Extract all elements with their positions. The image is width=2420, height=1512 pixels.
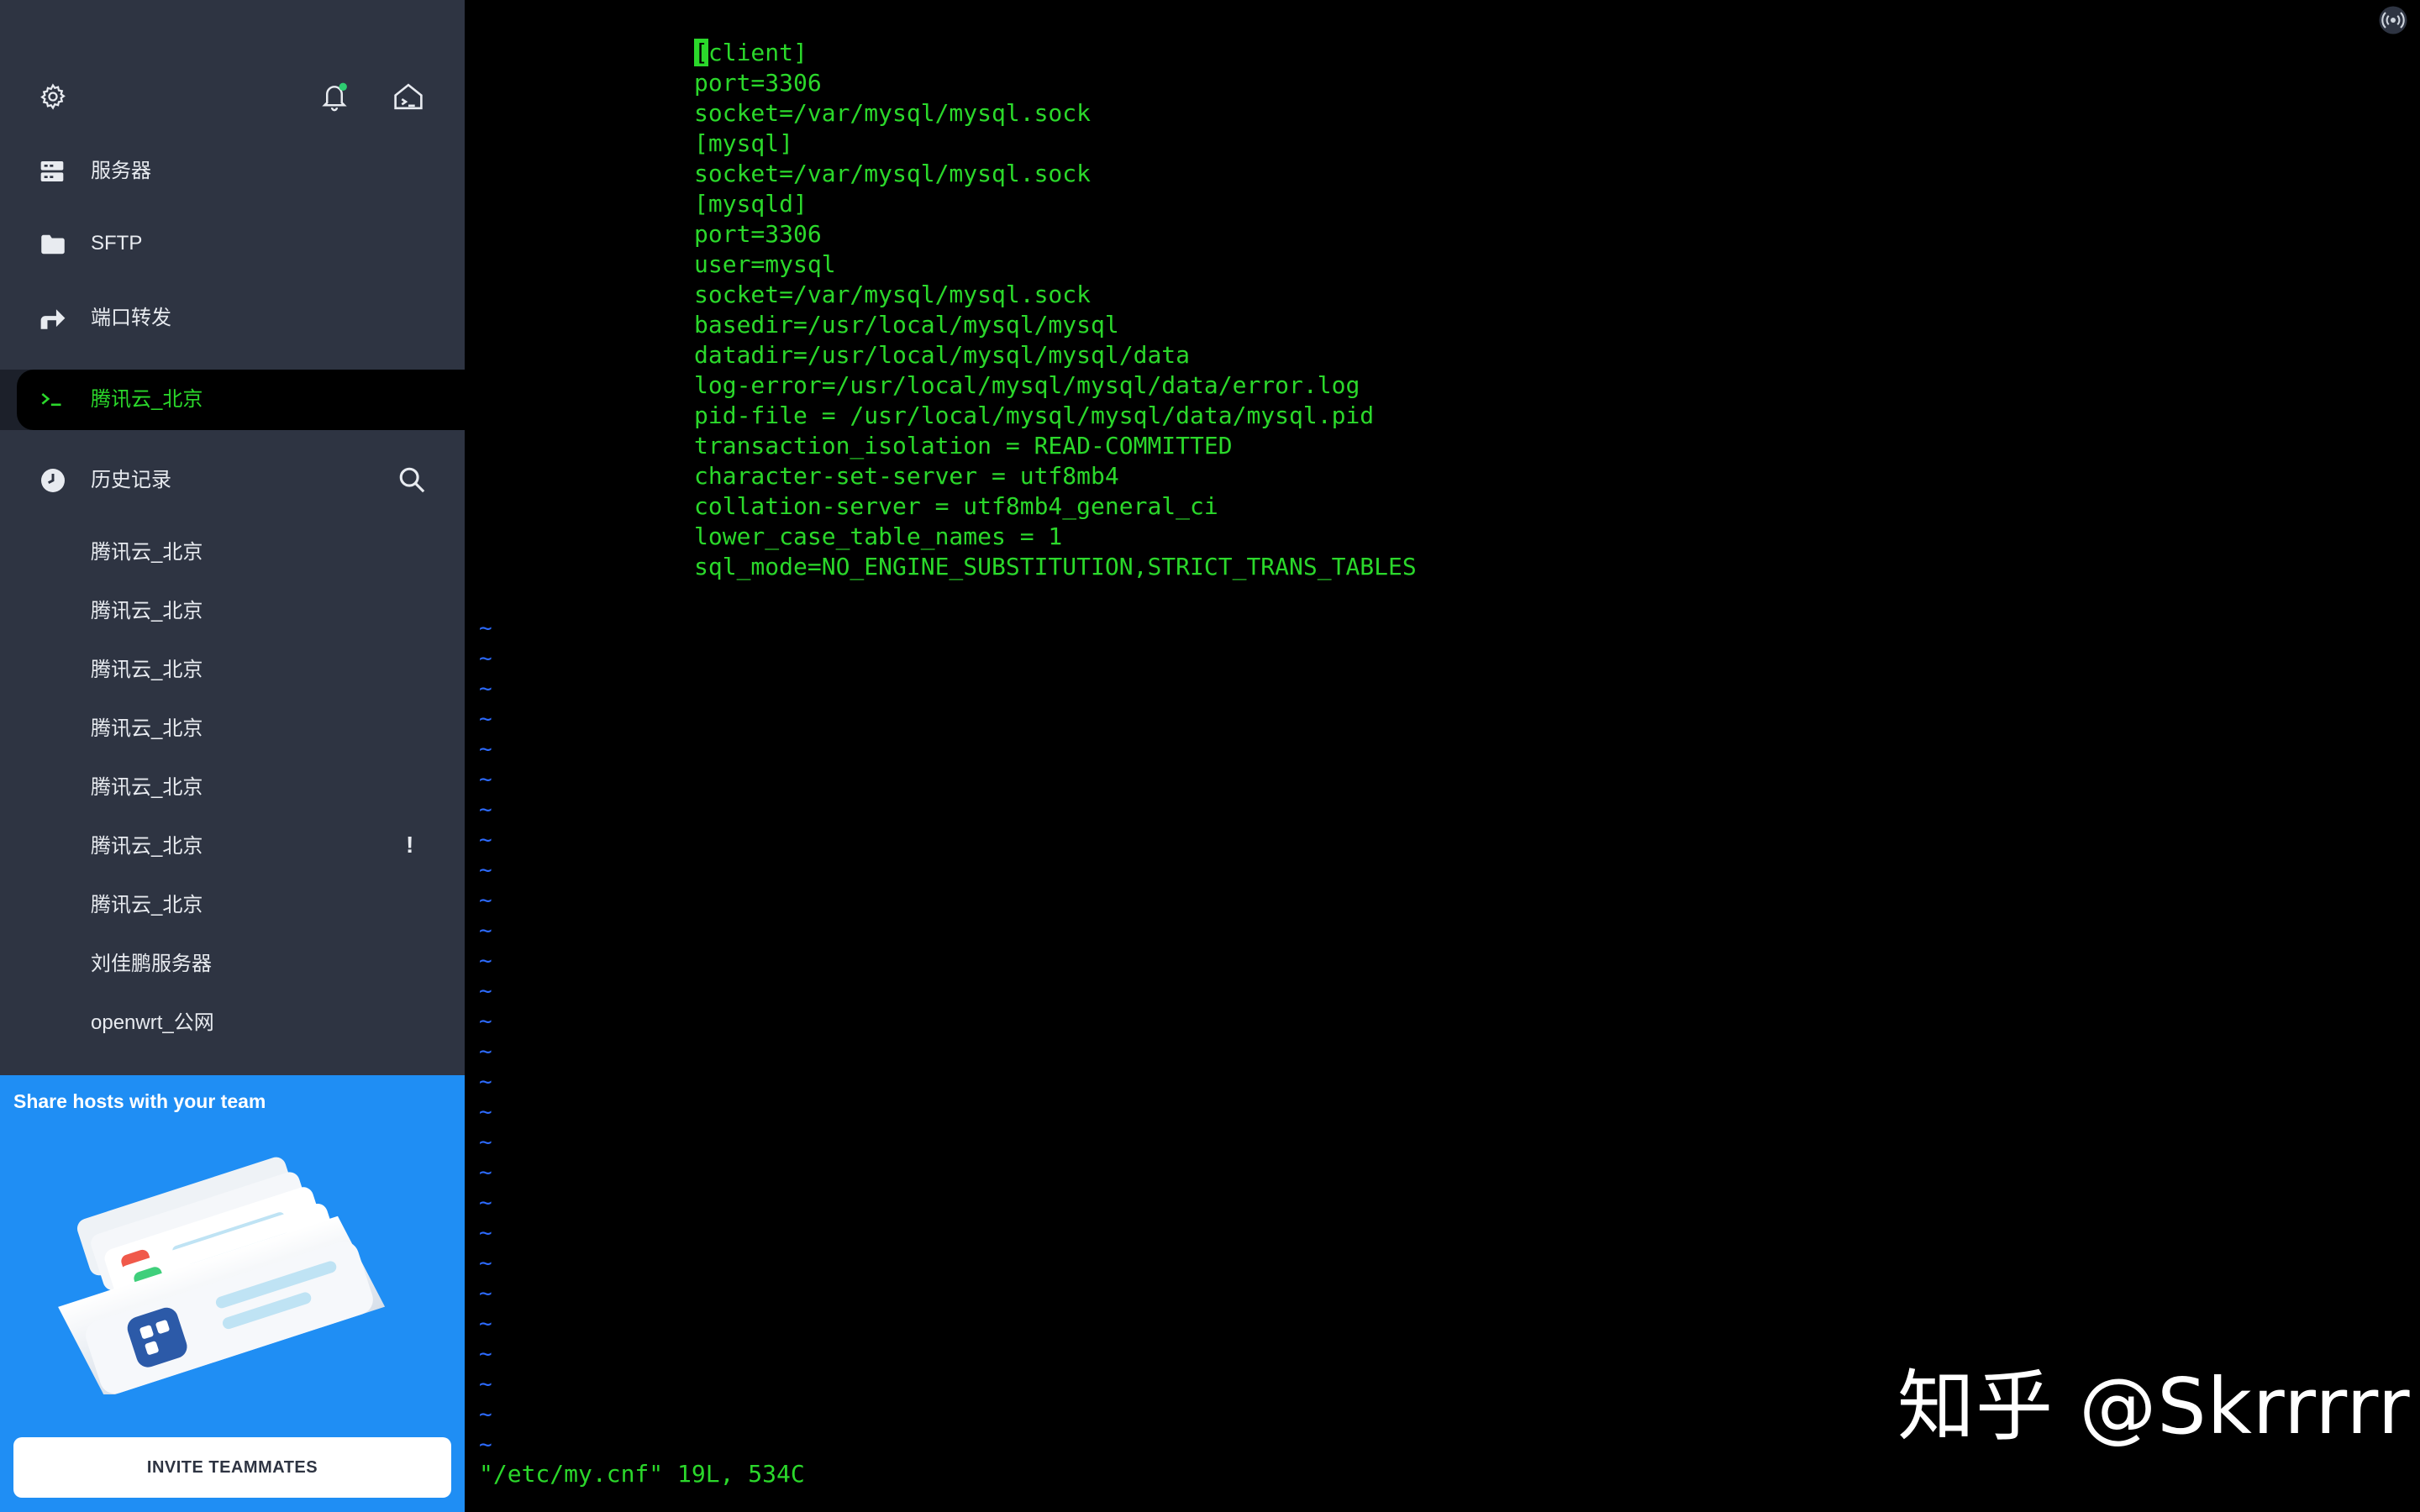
nav-item-servers[interactable]: 服务器 (0, 143, 465, 203)
vim-tilde-line: ~ (479, 616, 492, 641)
history-item[interactable]: 腾讯云_北京 (91, 894, 203, 917)
folder-icon (40, 234, 66, 255)
search-icon[interactable] (397, 465, 426, 494)
vim-tilde-line: ~ (479, 979, 492, 1004)
nav-label-servers: 服务器 (91, 160, 151, 182)
history-item[interactable]: 腾讯云_北京 (91, 541, 203, 564)
vim-tilde-line: ~ (479, 1100, 492, 1125)
history-item[interactable]: openwrt_公网 (91, 1011, 214, 1035)
vim-tilde-line: ~ (479, 767, 492, 792)
active-session-item[interactable]: 腾讯云_北京 (0, 370, 465, 430)
vim-tilde-line: ~ (479, 737, 492, 762)
vim-tilde-line: ~ (479, 1069, 492, 1095)
history-clock-icon (39, 467, 66, 494)
promo-title: Share hosts with your team (13, 1090, 266, 1112)
vim-tilde-line: ~ (479, 888, 492, 913)
terminal-line: collation-server = utf8mb4_general_ci (694, 492, 1218, 520)
vim-tilde-line: ~ (479, 1190, 492, 1215)
terminal-line: [mysql] (694, 129, 794, 157)
vim-status-line: "/etc/my.cnf" 19L, 534C (479, 1460, 805, 1488)
notification-bell-icon[interactable] (319, 81, 350, 113)
terminal-line: lower_case_table_names = 1 (694, 522, 1063, 550)
history-item[interactable]: 腾讯云_北京 (91, 600, 203, 623)
vim-tilde-line: ~ (479, 948, 492, 974)
history-item[interactable]: 腾讯云_北京 (91, 659, 203, 682)
active-session-label: 腾讯云_北京 (91, 388, 203, 411)
nav-label-sftp: SFTP (91, 232, 143, 255)
terminal-prompt-icon (40, 390, 64, 410)
history-item[interactable]: 腾讯云_北京 (91, 835, 203, 858)
server-icon (39, 158, 66, 185)
terminal-line: sql_mode=NO_ENGINE_SUBSTITUTION,STRICT_T… (694, 553, 1417, 580)
terminal-line: datadir=/usr/local/mysql/mysql/data (694, 341, 1191, 369)
terminal-line: character-set-server = utf8mb4 (694, 462, 1119, 490)
history-item[interactable]: 腾讯云_北京 (91, 776, 203, 800)
vim-tilde-line: ~ (479, 676, 492, 701)
nav-item-port-forwarding[interactable]: 端口转发 (0, 290, 465, 350)
home-terminal-icon[interactable] (392, 81, 425, 113)
vim-tilde-line: ~ (479, 918, 492, 943)
vim-tilde-line: ~ (479, 706, 492, 732)
vim-tilde-line: ~ (479, 1341, 492, 1367)
terminal-line: basedir=/usr/local/mysql/mysql (694, 311, 1119, 339)
zhihu-watermark: 知乎 @Skrrrrr (1897, 1362, 2411, 1452)
vim-tilde-line: ~ (479, 1160, 492, 1185)
vim-tilde-line: ~ (479, 1311, 492, 1336)
terminal-line: port=3306 (694, 220, 822, 248)
history-item-warning: ! (406, 832, 414, 858)
vim-tilde-line: ~ (479, 827, 492, 853)
settings-gear-icon[interactable] (39, 82, 67, 111)
vim-tilde-line: ~ (479, 646, 492, 671)
port-forward-icon (39, 307, 67, 332)
history-item[interactable]: 腾讯云_北京 (91, 717, 203, 741)
terminal-line: [client] (694, 39, 808, 66)
vim-tilde-line: ~ (479, 1372, 492, 1397)
invite-teammates-button[interactable]: INVITE TEAMMATES (13, 1437, 451, 1498)
terminal-line: [mysqld] (694, 190, 808, 218)
history-item[interactable]: 刘佳鹏服务器 (91, 953, 212, 976)
sidebar-history-panel (0, 430, 465, 1075)
terminal-line: log-error=/usr/local/mysql/mysql/data/er… (694, 371, 1360, 399)
nav-item-sftp[interactable]: SFTP (0, 215, 465, 276)
terminal-line: port=3306 (694, 69, 822, 97)
terminal-line: transaction_isolation = READ-COMMITTED (694, 432, 1233, 459)
host-cards-box-illustration (46, 1142, 416, 1394)
vim-tilde-line: ~ (479, 1009, 492, 1034)
terminal-line: socket=/var/mysql/mysql.sock (694, 99, 1092, 127)
vim-tilde-line: ~ (479, 1039, 492, 1064)
terminal-line: socket=/var/mysql/mysql.sock (694, 160, 1092, 187)
vim-tilde-line: ~ (479, 1251, 492, 1276)
vim-tilde-line: ~ (479, 1402, 492, 1427)
vim-tilde-line: ~ (479, 858, 492, 883)
history-header: 历史记录 (0, 450, 465, 511)
vim-tilde-line: ~ (479, 1221, 492, 1246)
terminal-line: user=mysql (694, 250, 836, 278)
history-title: 历史记录 (91, 469, 171, 491)
terminal-pane[interactable]: [client] port=3306 socket=/var/mysql/mys… (465, 0, 2420, 1512)
nav-label-port-forwarding: 端口转发 (91, 307, 171, 329)
broadcast-icon[interactable] (2378, 5, 2408, 35)
vim-tilde-line: ~ (479, 1130, 492, 1155)
terminal-line: pid-file = /usr/local/mysql/mysql/data/m… (694, 402, 1375, 429)
vim-tilde-line: ~ (479, 1432, 492, 1457)
terminal-cursor: [ (694, 39, 708, 66)
vim-tilde-line: ~ (479, 797, 492, 822)
vim-tilde-line: ~ (479, 1281, 492, 1306)
terminal-line: socket=/var/mysql/mysql.sock (694, 281, 1092, 308)
